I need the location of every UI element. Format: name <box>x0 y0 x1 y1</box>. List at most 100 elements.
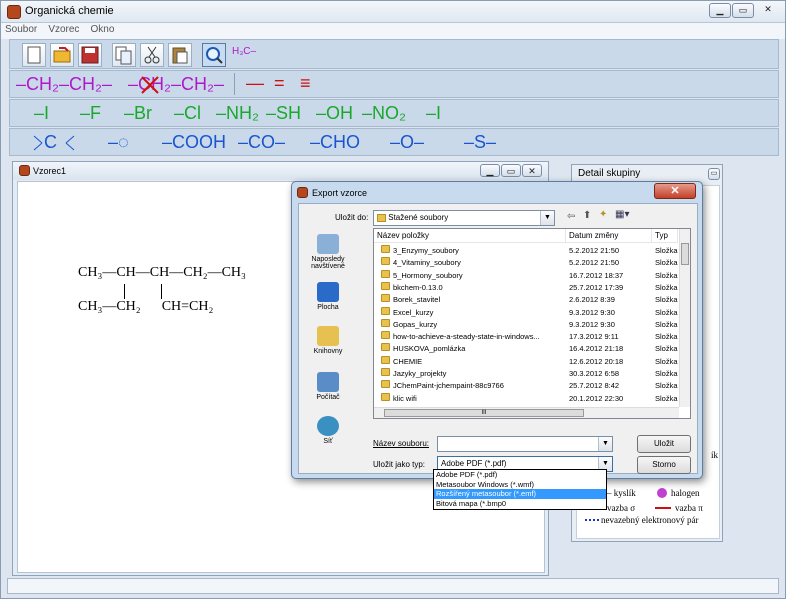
file-row[interactable]: CHEMIE 12.6.2012 20:18 Složka <box>374 355 678 367</box>
copy-window-icon[interactable] <box>112 43 136 67</box>
double-bond-button[interactable]: = <box>274 73 285 94</box>
menu-okno[interactable]: Okno <box>87 23 119 36</box>
file-list[interactable]: Název položky Datum změny Typ 3_Enzymy_s… <box>373 228 691 419</box>
group-sulfide[interactable]: –S– <box>464 132 496 153</box>
file-row[interactable]: Borek_stavitel 2.6.2012 8:39 Složka <box>374 294 678 305</box>
group-iodine-2[interactable]: –I <box>426 103 441 124</box>
vertical-scrollbar[interactable] <box>679 229 690 407</box>
place-computer[interactable]: Počítač <box>303 372 353 401</box>
group-carboxyl[interactable]: –COOH <box>162 132 226 153</box>
triple-bond-button[interactable]: ≡ <box>300 73 311 94</box>
group-carbonyl[interactable]: –CO– <box>238 132 285 153</box>
place-desktop[interactable]: Plocha <box>303 282 353 311</box>
group-aldehyde[interactable]: –CHO <box>310 132 360 153</box>
place-recent[interactable]: Naposledy navštívené <box>303 234 353 270</box>
open-folder-icon[interactable] <box>50 43 74 67</box>
file-row[interactable]: HUSKOVA_pomlázka 16.4.2012 21:18 Složka <box>374 343 678 354</box>
folder-icon <box>381 257 390 266</box>
type-option-wmf[interactable]: Metasoubor Windows (*.wmf) <box>434 480 606 490</box>
type-option-bmp[interactable]: Bitová mapa (*.bmp0 <box>434 499 606 509</box>
place-libraries-label: Knihovny <box>313 348 343 355</box>
file-row[interactable]: bkchem-0.13.0 25.7.2012 17:39 Složka <box>374 281 678 293</box>
cut-icon[interactable] <box>140 43 164 67</box>
file-row[interactable]: JChemPaint-jchempaint-88c9766 25.7.2012 8… <box>374 380 678 391</box>
atom-ch3-b: CH₃ <box>221 265 246 280</box>
file-date: 9.3.2012 9:30 <box>569 307 615 317</box>
bond-e: — <box>102 299 117 314</box>
file-date: 25.7.2012 8:42 <box>569 381 620 391</box>
formula-minimize-button[interactable]: ▁ <box>480 164 500 177</box>
horizontal-scrollbar[interactable]: III <box>374 407 679 418</box>
column-name[interactable]: Název položky <box>374 229 566 243</box>
file-type: Složka <box>655 319 678 329</box>
group-hydroxyl[interactable]: –OH <box>316 103 353 124</box>
file-date: 16.7.2012 18:37 <box>569 270 624 280</box>
file-row[interactable]: 4_Vitaminy_soubory 5.2.2012 21:50 Složka <box>374 257 678 268</box>
chain-toolbar: –CH₂–CH₂– –CH₂–CH₂– — = ≡ <box>9 70 779 98</box>
file-row[interactable]: 5_Hormony_soubory 16.7.2012 18:37 Složka <box>374 269 678 281</box>
close-button[interactable]: ✕ <box>757 3 779 18</box>
chain-ch2-ch2[interactable]: –CH₂–CH₂– <box>16 74 112 95</box>
atom-ch-c: CH <box>161 299 182 314</box>
new-file-icon[interactable] <box>22 43 46 67</box>
group-bromine[interactable]: –Br <box>124 103 152 124</box>
filename-input[interactable]: ▼ <box>437 436 613 452</box>
file-row[interactable]: how-to-achieve-a-steady-state-in-windows… <box>374 331 678 342</box>
formula-maximize-button[interactable]: ▭ <box>501 164 521 177</box>
save-button[interactable]: Uložit <box>637 435 691 453</box>
group-chlorine[interactable]: –Cl <box>174 103 201 124</box>
group-amine[interactable]: –NH₂ <box>216 103 259 124</box>
magnifier-icon[interactable] <box>202 43 226 67</box>
formula-close-button[interactable]: ✕ <box>522 164 542 177</box>
folder-icon <box>381 294 390 303</box>
group-thiol[interactable]: –SH <box>266 103 301 124</box>
minimize-button[interactable]: ▁ <box>709 3 731 18</box>
formula-window-titlebar: Vzorec1 ▁ ▭ ✕ <box>13 162 548 180</box>
detail-close-button[interactable]: ▭ <box>708 168 720 180</box>
menu-soubor[interactable]: Soubor <box>1 23 41 36</box>
file-name: CHEMIE <box>393 356 423 366</box>
file-row[interactable]: 3_Enzymy_soubory 5.2.2012 21:50 Složka <box>374 245 678 256</box>
dialog-close-button[interactable]: ✕ <box>654 183 696 199</box>
folder-icon <box>381 392 390 401</box>
cancel-button[interactable]: Storno <box>637 456 691 474</box>
save-icon[interactable] <box>78 43 102 67</box>
save-in-combo[interactable]: Stažené soubory ▼ <box>373 210 555 226</box>
type-label: Uložit jako typ: <box>373 460 426 469</box>
file-row[interactable]: Jazyky_projekty 30.3.2012 6:58 Složka <box>374 368 678 379</box>
file-row[interactable]: Excel_kurzy 9.3.2012 9:30 Složka <box>374 306 678 318</box>
place-libraries[interactable]: Knihovny <box>303 326 353 355</box>
back-icon[interactable]: ⇦ <box>567 211 575 222</box>
file-date: 20.1.2012 22:30 <box>569 393 624 403</box>
scroll-thumb[interactable] <box>681 243 689 265</box>
column-type[interactable]: Typ <box>652 229 678 243</box>
file-type: Složka <box>655 295 678 305</box>
type-dropdown-list[interactable]: Adobe PDF (*.pdf) Metasoubor Windows (*.… <box>433 469 607 510</box>
view-menu-icon[interactable]: ▦▾ <box>615 209 629 220</box>
maximize-button[interactable]: ▭ <box>732 3 754 18</box>
group-ether[interactable]: –O– <box>390 132 424 153</box>
group-fluorine[interactable]: –F <box>80 103 101 124</box>
file-date: 12.6.2012 20:18 <box>569 356 624 366</box>
paste-icon[interactable] <box>168 43 192 67</box>
up-folder-icon[interactable]: ⬆ <box>583 210 591 221</box>
place-network[interactable]: Síť <box>303 416 353 445</box>
new-folder-icon[interactable]: ✦ <box>599 209 607 220</box>
hscroll-thumb[interactable]: III <box>384 409 584 417</box>
file-row[interactable]: klic wifi 20.1.2012 22:30 Složka <box>374 392 678 404</box>
type-option-emf[interactable]: Rozšířený metasoubor (*.emf) <box>434 489 606 499</box>
group-nitro[interactable]: –NO₂ <box>362 103 406 124</box>
group-iodine[interactable]: –I <box>34 103 49 124</box>
save-in-value: Stažené soubory <box>388 213 449 222</box>
file-date: 5.2.2012 21:50 <box>569 258 620 268</box>
menu-vzorec[interactable]: Vzorec <box>44 23 83 36</box>
file-date: 17.3.2012 9:11 <box>569 332 619 342</box>
group-radical[interactable]: –◌ <box>108 132 129 153</box>
single-bond-button[interactable]: — <box>246 73 264 94</box>
formula-window-title: Vzorec1 <box>33 166 67 176</box>
file-name: klic wifi <box>393 393 417 403</box>
file-row[interactable]: Gopas_kurzy 9.3.2012 9:30 Složka <box>374 318 678 330</box>
type-option-pdf[interactable]: Adobe PDF (*.pdf) <box>434 470 606 480</box>
file-date: 25.7.2012 17:39 <box>569 282 624 292</box>
column-date[interactable]: Datum změny <box>566 229 652 243</box>
